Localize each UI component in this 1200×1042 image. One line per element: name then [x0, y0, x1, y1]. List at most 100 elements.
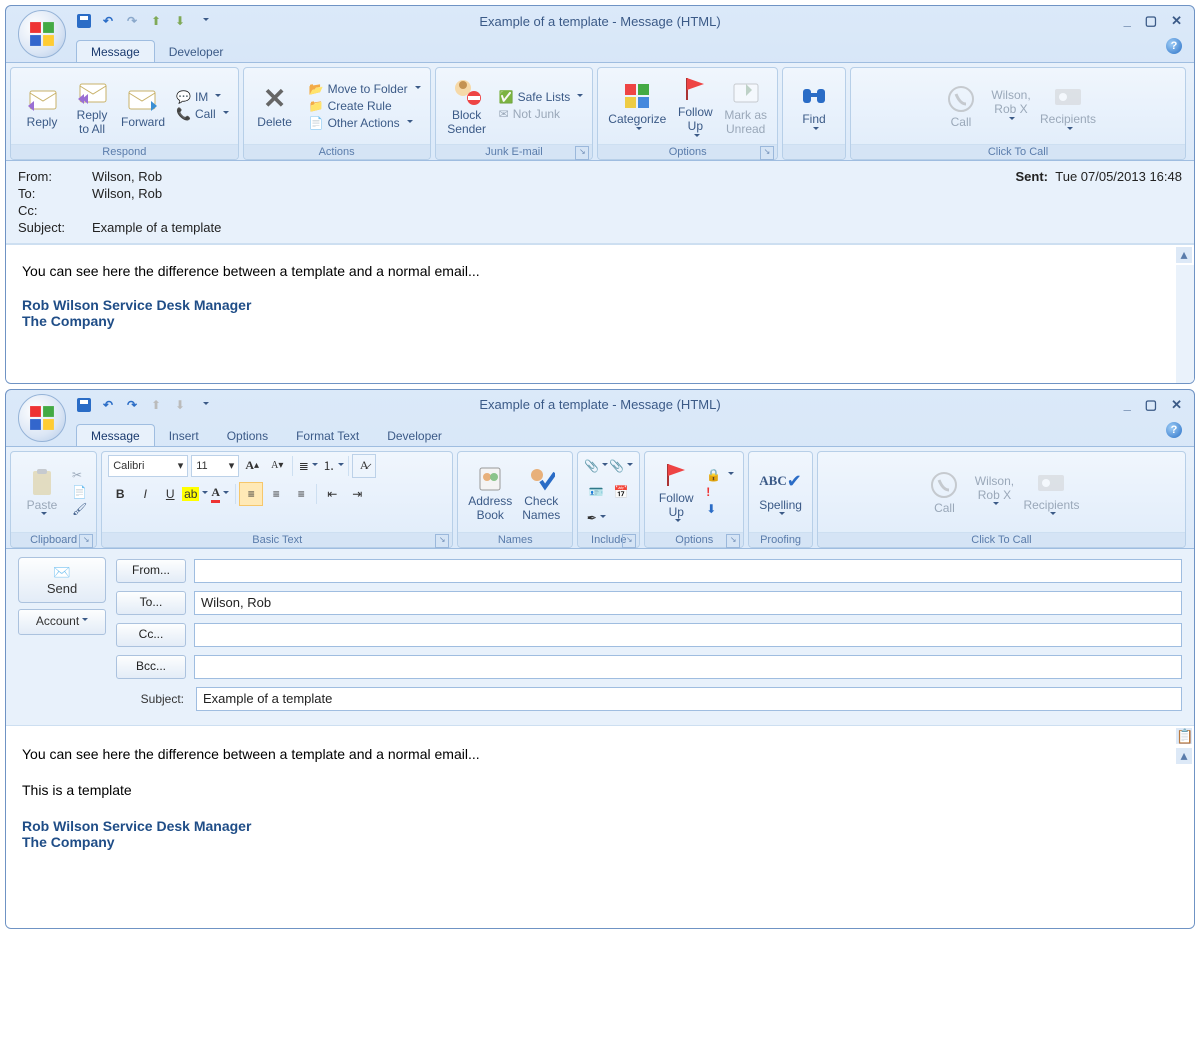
- numbering-icon[interactable]: ⒈: [321, 454, 345, 478]
- increase-indent-icon[interactable]: ⇥: [345, 482, 369, 506]
- qat-customize[interactable]: [194, 11, 214, 31]
- maximize-icon[interactable]: ▢: [1145, 397, 1157, 413]
- align-right-icon[interactable]: ≡: [289, 482, 313, 506]
- undo-icon[interactable]: ↶: [98, 11, 118, 31]
- call-button-big[interactable]: Call: [936, 80, 986, 132]
- block-sender-button[interactable]: Block Sender: [442, 73, 492, 139]
- close-icon[interactable]: ✕: [1171, 13, 1182, 29]
- tab-insert[interactable]: Insert: [155, 425, 213, 446]
- not-junk-button[interactable]: ✉Not Junk: [496, 106, 587, 122]
- cc-input[interactable]: [194, 623, 1182, 647]
- attach-file-icon[interactable]: 📎: [584, 454, 608, 478]
- call-contact-button[interactable]: Wilson, Rob X: [986, 87, 1036, 125]
- previous-icon[interactable]: ⬆: [146, 11, 166, 31]
- bold-icon[interactable]: B: [108, 482, 132, 506]
- from-input[interactable]: [194, 559, 1182, 583]
- categorize-button[interactable]: Categorize: [604, 77, 670, 135]
- dialog-launcher-icon[interactable]: ↘: [575, 146, 589, 160]
- high-importance-icon[interactable]: !: [703, 484, 737, 500]
- decrease-indent-icon[interactable]: ⇤: [320, 482, 344, 506]
- im-button[interactable]: 💬IM: [173, 89, 232, 105]
- paste-button[interactable]: Paste: [17, 463, 67, 521]
- bcc-button[interactable]: Bcc...: [116, 655, 186, 679]
- mark-unread-button[interactable]: Mark as Unread: [720, 73, 771, 139]
- recipients-button[interactable]: Recipients: [1036, 77, 1100, 135]
- clear-formatting-icon[interactable]: A̷: [352, 454, 376, 478]
- safe-lists-button[interactable]: ✅Safe Lists: [496, 89, 587, 105]
- paste-options-icon[interactable]: 📋: [1176, 728, 1192, 744]
- save-icon[interactable]: [74, 395, 94, 415]
- recipients-button[interactable]: Recipients: [1019, 463, 1083, 521]
- font-name-selector[interactable]: Calibri▾: [108, 455, 188, 477]
- next-icon[interactable]: ⬇: [170, 11, 190, 31]
- align-left-icon[interactable]: ≡: [239, 482, 263, 506]
- create-rule-button[interactable]: 📁Create Rule: [306, 98, 424, 114]
- office-button[interactable]: [18, 394, 66, 442]
- help-icon[interactable]: ?: [1166, 38, 1182, 54]
- reply-all-button[interactable]: Reply to All: [67, 73, 117, 139]
- to-input[interactable]: Wilson, Rob: [194, 591, 1182, 615]
- to-button[interactable]: To...: [116, 591, 186, 615]
- reply-button[interactable]: Reply: [17, 80, 67, 132]
- spelling-button[interactable]: ABC✔ Spelling: [755, 463, 806, 521]
- redo-icon[interactable]: ↷: [122, 11, 142, 31]
- dialog-launcher-icon[interactable]: ↘: [622, 534, 636, 548]
- grow-font-icon[interactable]: A▴: [240, 454, 264, 478]
- compose-body[interactable]: 📋 ▴ You can see here the difference betw…: [6, 726, 1194, 928]
- save-icon[interactable]: [74, 11, 94, 31]
- send-button[interactable]: ✉️ Send: [18, 557, 106, 603]
- underline-icon[interactable]: U: [158, 482, 182, 506]
- signature-icon[interactable]: ✒: [584, 506, 608, 530]
- follow-up-button[interactable]: Follow Up: [670, 70, 720, 142]
- tab-options[interactable]: Options: [213, 425, 282, 446]
- business-card-icon[interactable]: 🪪: [584, 480, 608, 504]
- redo-icon[interactable]: ↷: [122, 395, 142, 415]
- find-button[interactable]: Find: [789, 77, 839, 135]
- tab-developer[interactable]: Developer: [373, 425, 456, 446]
- call-contact-button[interactable]: Wilson, Rob X: [969, 473, 1019, 511]
- tab-format-text[interactable]: Format Text: [282, 425, 373, 446]
- from-button[interactable]: From...: [116, 559, 186, 583]
- copy-icon[interactable]: 📄: [69, 484, 90, 500]
- bcc-input[interactable]: [194, 655, 1182, 679]
- minimize-icon[interactable]: _: [1124, 13, 1131, 29]
- subject-input[interactable]: Example of a template: [196, 687, 1182, 711]
- move-to-folder-button[interactable]: 📂Move to Folder: [306, 81, 424, 97]
- help-icon[interactable]: ?: [1166, 422, 1182, 438]
- delete-button[interactable]: ✕ Delete: [250, 80, 300, 132]
- call-button[interactable]: 📞Call: [173, 106, 232, 122]
- shrink-font-icon[interactable]: A▾: [265, 454, 289, 478]
- format-painter-icon[interactable]: 🖌: [69, 501, 90, 517]
- attach-item-icon[interactable]: 📎: [609, 454, 633, 478]
- tab-developer[interactable]: Developer: [155, 41, 238, 62]
- cut-icon[interactable]: ✂: [69, 467, 90, 483]
- bullets-icon[interactable]: ≣: [296, 454, 320, 478]
- call-button-big[interactable]: Call: [919, 466, 969, 518]
- tab-message[interactable]: Message: [76, 424, 155, 446]
- forward-button[interactable]: Forward: [117, 80, 169, 132]
- undo-icon[interactable]: ↶: [98, 395, 118, 415]
- next-icon[interactable]: ⬇: [170, 395, 190, 415]
- dialog-launcher-icon[interactable]: ↘: [79, 534, 93, 548]
- scrollbar[interactable]: [1176, 265, 1194, 383]
- other-actions-button[interactable]: 📄Other Actions: [306, 115, 424, 131]
- scroll-up-icon[interactable]: ▴: [1176, 247, 1192, 263]
- font-color-icon[interactable]: A: [208, 482, 232, 506]
- address-book-button[interactable]: Address Book: [464, 459, 516, 525]
- highlight-icon[interactable]: ab: [183, 482, 207, 506]
- dialog-launcher-icon[interactable]: ↘: [760, 146, 774, 160]
- cc-button[interactable]: Cc...: [116, 623, 186, 647]
- italic-icon[interactable]: I: [133, 482, 157, 506]
- dialog-launcher-icon[interactable]: ↘: [435, 534, 449, 548]
- align-center-icon[interactable]: ≡: [264, 482, 288, 506]
- permission-icon[interactable]: 🔒: [703, 467, 737, 483]
- minimize-icon[interactable]: _: [1124, 397, 1131, 413]
- dialog-launcher-icon[interactable]: ↘: [726, 534, 740, 548]
- check-names-button[interactable]: Check Names: [516, 459, 566, 525]
- calendar-icon[interactable]: 📅: [609, 480, 633, 504]
- close-icon[interactable]: ✕: [1171, 397, 1182, 413]
- low-importance-icon[interactable]: ⬇: [703, 501, 737, 517]
- tab-message[interactable]: Message: [76, 40, 155, 62]
- font-size-selector[interactable]: 11▾: [191, 455, 239, 477]
- account-button[interactable]: Account: [18, 609, 106, 635]
